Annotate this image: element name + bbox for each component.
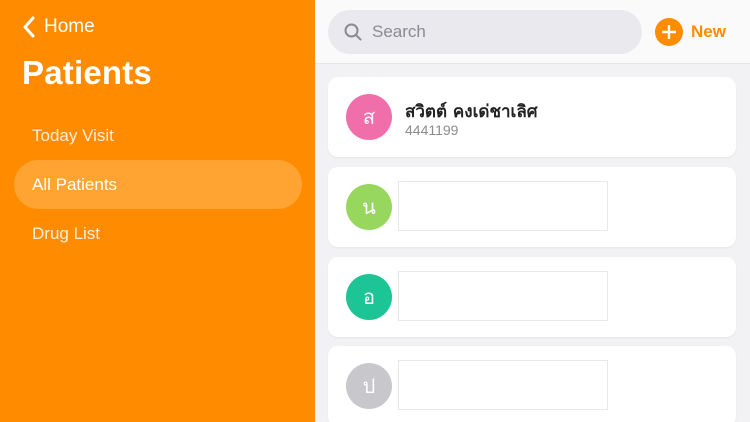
patient-name: สวิตต์ คงเด่ชาเลิศ (405, 102, 538, 122)
back-button-label: Home (44, 16, 95, 37)
avatar: ป (346, 363, 392, 409)
page-title: Patients (22, 54, 152, 91)
avatar: ส (346, 94, 392, 140)
search-icon (344, 23, 362, 41)
sidebar-item-label: Drug List (32, 223, 101, 243)
plus-icon (655, 18, 683, 46)
sidebar-item-label: All Patients (32, 174, 118, 194)
patient-info-placeholder (398, 360, 608, 410)
new-patient-button[interactable]: New (655, 18, 726, 46)
search-input[interactable] (370, 21, 614, 43)
patient-row[interactable]: ส สวิตต์ คงเด่ชาเลิศ 4441199 (328, 77, 736, 157)
top-bar: New (315, 0, 750, 64)
sidebar: Home Patients Today Visit All Patients D… (0, 0, 315, 422)
sidebar-item-today-visit[interactable]: Today Visit (14, 111, 302, 160)
search-bar[interactable] (328, 10, 642, 54)
patient-row[interactable]: อ (328, 257, 736, 337)
patient-list-panel: New ส สวิตต์ คงเด่ชาเลิศ 4441199 น อ ป (315, 0, 750, 422)
patient-info-placeholder (398, 271, 608, 321)
sidebar-item-drug-list[interactable]: Drug List (14, 209, 302, 258)
patient-id: 4441199 (405, 122, 459, 138)
chevron-left-icon (23, 16, 35, 38)
patient-info-placeholder (398, 181, 608, 231)
back-button[interactable]: Home (22, 14, 95, 40)
avatar: อ (346, 274, 392, 320)
avatar: น (346, 184, 392, 230)
new-button-label: New (691, 22, 726, 41)
patient-row[interactable]: ป (328, 346, 736, 422)
sidebar-item-all-patients[interactable]: All Patients (14, 160, 302, 209)
sidebar-item-label: Today Visit (32, 125, 114, 145)
patient-row[interactable]: น (328, 167, 736, 247)
